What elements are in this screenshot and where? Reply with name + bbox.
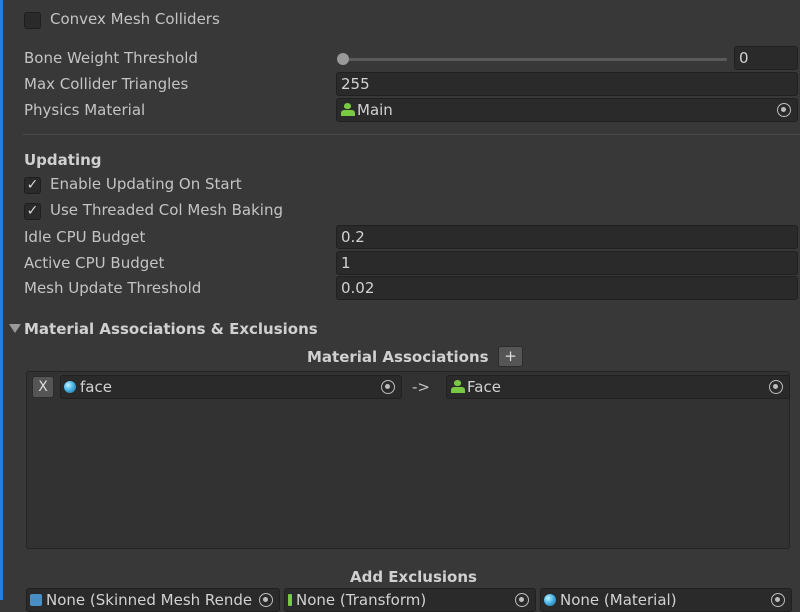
inspector-accent-bar <box>0 0 3 600</box>
active-cpu-budget-label: Active CPU Budget <box>24 254 165 272</box>
convex-mesh-colliders-label: Convex Mesh Colliders <box>50 10 220 28</box>
max-collider-triangles-label: Max Collider Triangles <box>24 75 189 93</box>
object-picker-icon[interactable] <box>259 593 273 607</box>
enable-updating-checkbox[interactable]: ✓ <box>24 177 41 194</box>
association-arrow: -> <box>412 378 430 396</box>
bone-weight-slider-track[interactable] <box>343 58 727 61</box>
remove-association-button[interactable]: X <box>32 376 54 398</box>
section-divider <box>22 134 800 135</box>
material-section-title[interactable]: Material Associations & Exclusions <box>24 320 318 338</box>
add-association-button[interactable]: + <box>498 346 523 367</box>
bone-weight-slider-thumb[interactable] <box>337 53 349 65</box>
exclusion-skinned-mesh-value: None (Skinned Mesh Rende <box>46 591 253 609</box>
exclusion-material-value: None (Material) <box>560 591 677 609</box>
object-picker-icon[interactable] <box>515 593 529 607</box>
exclusion-transform-value: None (Transform) <box>296 591 427 609</box>
physics-material-icon <box>451 380 465 394</box>
association-source-value: face <box>80 378 112 396</box>
checkmark-icon: ✓ <box>26 203 39 219</box>
exclusion-skinned-mesh-field[interactable]: None (Skinned Mesh Rende <box>26 588 280 612</box>
transform-icon <box>288 594 292 606</box>
object-picker-icon[interactable] <box>771 593 785 607</box>
association-source-field[interactable]: face <box>60 375 402 399</box>
active-cpu-budget-field[interactable]: 1 <box>336 251 798 275</box>
association-target-field[interactable]: Face <box>446 375 790 399</box>
skinned-mesh-icon <box>30 594 42 606</box>
exclusion-transform-field[interactable]: None (Transform) <box>284 588 536 612</box>
add-exclusions-title: Add Exclusions <box>350 568 477 586</box>
threaded-baking-checkbox[interactable]: ✓ <box>24 203 41 220</box>
material-sphere-icon <box>64 381 76 393</box>
physics-material-value: Main <box>357 101 393 119</box>
bone-weight-threshold-label: Bone Weight Threshold <box>24 49 198 67</box>
object-picker-icon[interactable] <box>381 380 395 394</box>
enable-updating-label: Enable Updating On Start <box>50 175 242 193</box>
physics-material-icon <box>341 103 355 117</box>
object-picker-icon[interactable] <box>769 380 783 394</box>
threaded-baking-label: Use Threaded Col Mesh Baking <box>50 201 283 219</box>
idle-cpu-budget-label: Idle CPU Budget <box>24 228 146 246</box>
mesh-update-threshold-label: Mesh Update Threshold <box>24 279 202 297</box>
foldout-arrow-icon[interactable] <box>9 324 21 333</box>
checkmark-icon: ✓ <box>26 177 39 193</box>
object-picker-icon[interactable] <box>777 103 791 117</box>
idle-cpu-budget-field[interactable]: 0.2 <box>336 225 798 249</box>
physics-material-label: Physics Material <box>24 101 146 119</box>
convex-mesh-colliders-checkbox[interactable] <box>24 12 41 29</box>
max-collider-triangles-field[interactable]: 255 <box>336 72 798 96</box>
bone-weight-threshold-field[interactable]: 0 <box>734 46 798 70</box>
physics-material-field[interactable]: Main <box>336 98 798 122</box>
exclusion-material-field[interactable]: None (Material) <box>540 588 792 612</box>
mesh-update-threshold-field[interactable]: 0.02 <box>336 276 798 300</box>
association-target-value: Face <box>467 378 501 396</box>
material-sphere-icon <box>544 594 556 606</box>
material-associations-title: Material Associations <box>307 348 489 366</box>
updating-heading: Updating <box>24 151 102 169</box>
